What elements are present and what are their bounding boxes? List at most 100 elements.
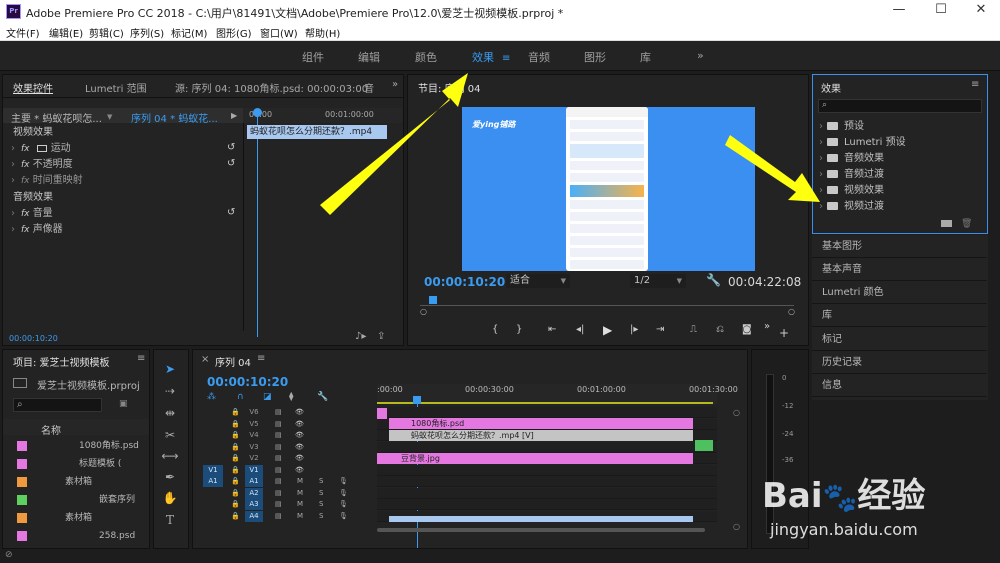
track-label[interactable]: A4: [245, 510, 263, 522]
ripple-edit-tool-icon[interactable]: ⇹: [160, 406, 180, 424]
track-lane[interactable]: [377, 499, 717, 510]
effects-folder-lumetri-presets[interactable]: › Lumetri 预设: [819, 135, 906, 151]
lock-icon[interactable]: 🔒: [231, 465, 240, 476]
reset-icon[interactable]: ↺: [227, 207, 235, 218]
panel-menu-icon[interactable]: ≡: [971, 79, 979, 90]
menu-file[interactable]: 文件(F): [6, 25, 40, 40]
reset-icon[interactable]: ↺: [227, 142, 235, 153]
add-marker-icon[interactable]: ⧫: [289, 392, 293, 402]
sync-lock-icon[interactable]: ▤: [275, 453, 282, 464]
add-button-icon[interactable]: +: [779, 326, 789, 340]
track-label[interactable]: V1: [245, 464, 263, 476]
workspace-menu-icon[interactable]: ≡: [502, 53, 510, 64]
zoom-handle-icon[interactable]: ○: [733, 408, 740, 417]
wrench-icon[interactable]: 🔧: [706, 273, 721, 287]
export-icon[interactable]: ⇪: [377, 331, 385, 342]
program-playhead[interactable]: [429, 296, 437, 304]
workspace-audio[interactable]: 音频: [528, 49, 550, 65]
mute-button[interactable]: M: [297, 476, 303, 487]
master-clip-dropdown[interactable]: 主要 * 蚂蚁花呗怎...: [11, 110, 102, 125]
snap-icon[interactable]: ∩: [237, 392, 244, 402]
effect-time-remapping[interactable]: › fx 时间重映射: [3, 173, 83, 189]
lock-icon[interactable]: 🔒: [231, 499, 240, 510]
step-back-icon[interactable]: ◂|: [576, 324, 584, 335]
eye-icon[interactable]: 👁: [295, 442, 304, 453]
hand-tool-icon[interactable]: ✋: [160, 491, 180, 509]
source-patch[interactable]: A1: [203, 476, 223, 487]
play-only-icon[interactable]: ▶: [231, 111, 237, 120]
track-label[interactable]: V5: [245, 419, 263, 430]
track-lane[interactable]: [377, 441, 717, 453]
timeline-ruler[interactable]: [377, 384, 717, 404]
panel-libraries[interactable]: 库: [812, 304, 987, 327]
menu-help[interactable]: 帮助(H): [305, 25, 340, 40]
panel-markers[interactable]: 标记: [812, 328, 987, 351]
effects-search-input[interactable]: ⌕: [818, 99, 982, 113]
lock-icon[interactable]: 🔒: [231, 442, 240, 453]
track-label[interactable]: V6: [245, 407, 263, 418]
solo-button[interactable]: S: [319, 511, 323, 522]
project-search-input[interactable]: ⌕: [13, 398, 102, 412]
sync-lock-icon[interactable]: ▤: [275, 499, 282, 510]
workspace-graphics[interactable]: 图形: [584, 49, 606, 65]
razor-tool-icon[interactable]: ✂: [160, 428, 180, 446]
pen-tool-icon[interactable]: ✒: [160, 470, 180, 488]
slip-tool-icon[interactable]: ⟷: [160, 449, 180, 467]
type-tool-icon[interactable]: T: [160, 513, 180, 531]
extract-icon[interactable]: ⎌: [716, 324, 724, 335]
play-icon[interactable]: ▶: [603, 323, 612, 337]
tab-sequence[interactable]: 序列 04: [215, 354, 251, 369]
track-lane[interactable]: [377, 476, 717, 487]
playhead-handle[interactable]: [253, 108, 262, 117]
label-color-swatch[interactable]: [17, 495, 27, 505]
project-item[interactable]: 嵌套序列: [3, 491, 149, 509]
eye-icon[interactable]: 👁: [295, 453, 304, 464]
eye-icon[interactable]: 👁: [295, 419, 304, 430]
program-timecode[interactable]: 00:00:10:20: [424, 275, 505, 289]
menu-graphics[interactable]: 图形(G): [216, 25, 252, 40]
filter-icon[interactable]: ♪▸: [355, 331, 366, 342]
panel-essential-sound[interactable]: 基本声音: [812, 258, 987, 281]
microphone-icon[interactable]: 🎙: [339, 488, 348, 499]
track-lane[interactable]: [377, 407, 717, 418]
track-label[interactable]: V2: [245, 453, 263, 464]
source-patch[interactable]: V1: [203, 464, 223, 476]
scrubber-handle-right[interactable]: ○: [788, 307, 795, 316]
solo-button[interactable]: S: [319, 476, 323, 487]
microphone-icon[interactable]: 🎙: [339, 476, 348, 487]
panel-menu-icon[interactable]: ≡: [137, 353, 145, 364]
go-to-in-icon[interactable]: ⇤: [548, 324, 556, 335]
label-color-swatch[interactable]: [17, 477, 27, 487]
label-color-swatch[interactable]: [17, 531, 27, 541]
menu-clip[interactable]: 剪辑(C): [89, 25, 124, 40]
project-item[interactable]: 素材箱: [3, 473, 149, 491]
sync-lock-icon[interactable]: ▤: [275, 465, 282, 476]
reset-icon[interactable]: ↺: [227, 158, 235, 169]
clip-v4[interactable]: 蚂蚁花呗怎么分期还款？.mp4 [V]: [389, 430, 693, 441]
clip-v5[interactable]: 1080角标.psd: [389, 418, 693, 429]
clip-a4-audio[interactable]: [389, 516, 693, 522]
selection-tool-icon[interactable]: ➤: [160, 362, 180, 380]
track-label[interactable]: A3: [245, 499, 263, 510]
track-label[interactable]: A2: [245, 487, 263, 499]
sync-lock-icon[interactable]: ▤: [275, 488, 282, 499]
go-to-out-icon[interactable]: ⇥: [656, 324, 664, 335]
close-button[interactable]: ✕: [967, 2, 995, 20]
zoom-handle-icon[interactable]: ○: [733, 522, 740, 531]
lock-icon[interactable]: 🔒: [231, 488, 240, 499]
program-scrubber[interactable]: [420, 299, 794, 306]
eye-icon[interactable]: 👁: [295, 430, 304, 441]
panel-menu-icon[interactable]: ≡: [257, 353, 265, 364]
maximize-button[interactable]: ☐: [927, 2, 955, 20]
clip-v2[interactable]: 豆背景.jpg: [377, 453, 693, 464]
effect-opacity[interactable]: › fx 不透明度: [3, 157, 73, 173]
track-label[interactable]: A1: [245, 476, 263, 487]
close-tab-icon[interactable]: ×: [201, 354, 209, 365]
export-frame-icon[interactable]: ◙: [742, 324, 752, 335]
project-item[interactable]: 1080角标.psd: [3, 437, 149, 455]
work-area-bar[interactable]: [377, 402, 713, 404]
effect-controls-timecode[interactable]: 00:00:10:20: [9, 334, 58, 343]
trash-icon[interactable]: 🗑: [961, 219, 972, 229]
eye-icon[interactable]: 👁: [295, 465, 304, 476]
panel-info[interactable]: 信息: [812, 374, 987, 397]
